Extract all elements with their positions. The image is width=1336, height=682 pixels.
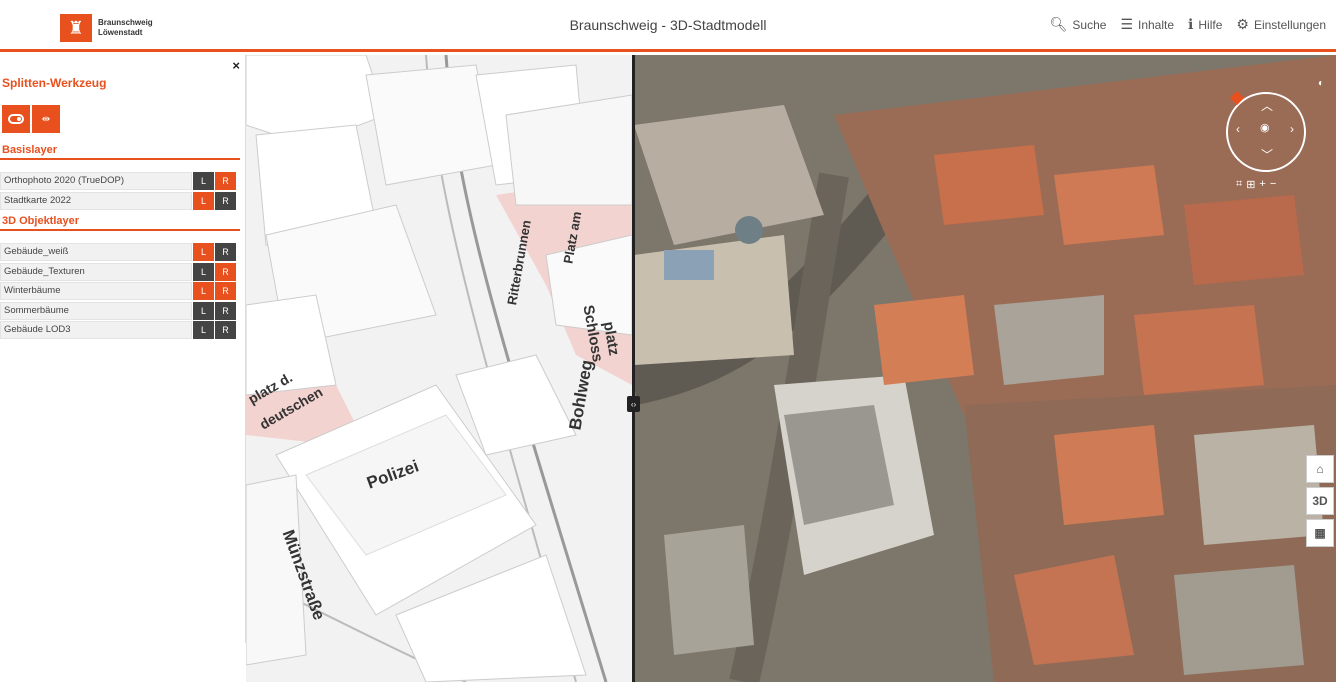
layer-name: Gebäude_Texturen [0, 262, 192, 281]
header-bar: ♜ Braunschweig Löwenstadt Braunschweig -… [0, 0, 1336, 52]
home-icon: ⌂ [1316, 462, 1324, 476]
layer-row: Gebäude_weiß L R [0, 243, 240, 261]
basislayer-list: Orthophoto 2020 (TrueDOP) L R Stadtkarte… [0, 172, 240, 210]
layer-left-button[interactable]: L [193, 172, 214, 190]
layer-name: Stadtkarte 2022 [0, 191, 192, 210]
layer-left-button[interactable]: L [193, 301, 214, 320]
home-button[interactable]: ⌂ [1306, 455, 1334, 483]
layer-name: Gebäude_weiß [0, 243, 192, 261]
menu-search[interactable]: 🔍︎ Suche [1050, 16, 1107, 33]
menu-contents[interactable]: ☰ Inhalte [1120, 16, 1174, 33]
layer-right-button[interactable]: R [215, 243, 236, 261]
split-divider[interactable] [632, 55, 635, 682]
layer-name: Gebäude LOD3 [0, 321, 192, 339]
layer-left-button[interactable]: L [193, 321, 214, 339]
zoom-in-icon[interactable]: + [1259, 178, 1265, 191]
layer-row: Orthophoto 2020 (TrueDOP) L R [0, 172, 240, 190]
layer-right-button[interactable]: R [215, 301, 236, 320]
3d-mode-button[interactable]: 3D [1306, 487, 1334, 515]
split-toggle-button[interactable] [2, 105, 30, 133]
search-icon: 🔍︎ [1049, 16, 1068, 32]
layer-row: Gebäude LOD3 L R [0, 321, 240, 339]
layer-row: Sommerbäume L R [0, 301, 240, 320]
layer-name: Sommerbäume [0, 301, 192, 320]
apps-grid-icon: ▦ [1314, 526, 1326, 540]
layer-row: Gebäude_Texturen L R [0, 262, 240, 281]
layer-left-button[interactable]: L [193, 262, 214, 281]
split-handle-icon[interactable]: ‹› [627, 396, 640, 412]
tilt-icon[interactable]: ⌗ [1236, 178, 1242, 191]
layer-right-button[interactable]: R [215, 172, 236, 190]
menu-search-label: Suche [1072, 17, 1107, 32]
layer-right-button[interactable]: R [215, 262, 236, 281]
nav-right-icon[interactable]: › [1290, 122, 1294, 136]
header-menu: 🔍︎ Suche ☰ Inhalte ℹ Hilfe ⚙ Einstellung… [1050, 16, 1326, 33]
layer-left-button[interactable]: L [193, 282, 214, 300]
layer-row: Stadtkarte 2022 L R [0, 191, 240, 210]
layer-name: Orthophoto 2020 (TrueDOP) [0, 172, 192, 190]
section-3d-objektlayer: 3D Objektlayer Gebäude_weiß L R Gebäude_… [0, 215, 240, 341]
grid-icon[interactable]: ⊞ [1246, 178, 1255, 191]
nav-left-icon[interactable]: ‹ [1236, 122, 1240, 136]
menu-settings[interactable]: ⚙ Einstellungen [1236, 16, 1326, 33]
app-root: ♜ Braunschweig Löwenstadt Braunschweig -… [0, 0, 1336, 682]
menu-help[interactable]: ℹ Hilfe [1188, 16, 1222, 33]
layer-left-button[interactable]: L [193, 243, 214, 261]
menu-help-label: Hilfe [1198, 17, 1223, 32]
objektlayer-list: Gebäude_weiß L R Gebäude_Texturen L R Wi… [0, 243, 240, 339]
apps-button[interactable]: ▦ [1306, 519, 1334, 547]
tool-buttons: ⇹ [2, 105, 60, 133]
contrast-icon[interactable]: ◐ [1318, 78, 1324, 89]
split-visibility-button[interactable]: ⇹ [32, 105, 60, 133]
split-tool-panel: × Splitten-Werkzeug ⇹ Basislayer Orthoph… [0, 55, 246, 643]
info-icon: ℹ [1188, 16, 1194, 32]
layer-left-button[interactable]: L [193, 191, 214, 210]
gear-icon: ⚙ [1236, 16, 1249, 32]
section-title-basislayer: Basislayer [0, 144, 240, 160]
list-icon: ☰ [1120, 16, 1133, 32]
layer-name: Winterbäume [0, 282, 192, 300]
panel-title: Splitten-Werkzeug [2, 76, 107, 90]
menu-contents-label: Inhalte [1138, 17, 1175, 32]
section-title-3d-objektlayer: 3D Objektlayer [0, 215, 240, 231]
nav-eye-icon[interactable]: ◉ [1260, 121, 1270, 134]
nav-up-icon[interactable]: ︿ [1261, 97, 1273, 114]
zoom-out-icon[interactable]: − [1270, 178, 1276, 191]
layer-row: Winterbäume L R [0, 282, 240, 300]
split-eye-icon: ⇹ [41, 113, 51, 125]
side-controls: ⌂ 3D ▦ [1306, 455, 1334, 547]
layer-right-button[interactable]: R [215, 321, 236, 339]
toggle-switch-icon [8, 114, 24, 124]
layer-right-button[interactable]: R [215, 282, 236, 300]
zoom-tools: ⌗ ⊞ + − [1236, 178, 1276, 191]
map-left-view[interactable]: Polizei Bohlweg Münzstraße Schloss platz… [246, 55, 632, 682]
nav-down-icon[interactable]: ﹀ [1261, 146, 1273, 163]
panel-close-button[interactable]: × [232, 58, 240, 73]
section-basislayer: Basislayer Orthophoto 2020 (TrueDOP) L R… [0, 144, 240, 211]
menu-settings-label: Einstellungen [1253, 17, 1326, 32]
layer-right-button[interactable]: R [215, 191, 236, 210]
